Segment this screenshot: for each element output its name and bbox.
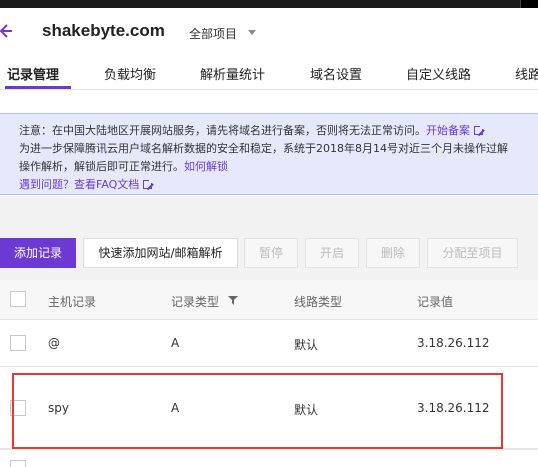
how-to-unlock-link[interactable]: 如何解锁	[184, 160, 228, 173]
row-line: 默认	[294, 338, 319, 352]
tab-bar: 记录管理 负载均衡 解析量统计 域名设置 自定义线路 线路	[0, 54, 538, 90]
window-corner	[520, 0, 538, 8]
tab-load-balancing[interactable]: 负载均衡	[104, 64, 156, 83]
row-host: spy	[48, 401, 69, 415]
faq-link[interactable]: 遇到问题？查看FAQ文档	[19, 178, 139, 191]
notice-line-4: 遇到问题？查看FAQ文档	[19, 176, 538, 194]
start-filing-link[interactable]: 开始备案	[426, 124, 470, 137]
select-all-checkbox[interactable]	[10, 291, 26, 307]
filter-icon[interactable]	[228, 295, 238, 305]
tab-domain-settings[interactable]: 域名设置	[310, 64, 362, 83]
enable-button[interactable]: 开启	[305, 238, 359, 268]
row-type: A	[171, 336, 180, 350]
assign-project-button[interactable]: 分配至项目	[427, 238, 518, 268]
row-value: 3.18.26.112	[417, 336, 490, 350]
column-host: 主机记录	[48, 295, 97, 309]
tab-record-management[interactable]: 记录管理	[7, 64, 59, 83]
notice-banner: 注意：在中国大陆地区开展网站服务，请先将域名进行备案，否则将无法正常访问。开始备…	[0, 113, 538, 195]
page-header: shakebyte.com 全部项目	[0, 8, 538, 54]
delete-button[interactable]: 删除	[366, 238, 420, 268]
table-row[interactable]: @ A 默认 3.18.26.112	[0, 320, 538, 367]
row-line: 默认	[294, 403, 319, 417]
domain-title: shakebyte.com	[42, 21, 165, 40]
notice-line-3: 操作解析，解锁后即可正常进行。如何解锁	[19, 160, 228, 173]
window-top-strip	[0, 0, 538, 8]
active-tab-indicator	[5, 86, 71, 89]
column-value: 记录值	[417, 295, 454, 309]
pause-button[interactable]: 暂停	[244, 238, 298, 268]
row-checkbox[interactable]	[10, 400, 26, 416]
toolbar: 添加记录 快速添加网站/邮箱解析 暂停 开启 删除 分配至项目	[0, 226, 538, 280]
external-link-icon[interactable]	[474, 124, 485, 135]
notice-line-2: 为进一步保障腾讯云用户域名解析数据的安全和稳定，系统于2018年8月14号对近三…	[19, 142, 508, 155]
chevron-down-icon[interactable]	[248, 30, 256, 35]
row-checkbox[interactable]	[10, 460, 26, 467]
spacer-band	[0, 196, 538, 226]
table-header: 主机记录 记录类型 线路类型 记录值	[0, 280, 538, 320]
table-row[interactable]: spy A 默认 3.18.26.112	[0, 367, 538, 449]
tab-resolution-stats[interactable]: 解析量统计	[200, 64, 265, 83]
row-checkbox[interactable]	[10, 335, 26, 351]
back-arrow-icon[interactable]	[0, 22, 14, 40]
column-line: 线路类型	[294, 295, 343, 309]
next-row-edge	[0, 449, 538, 467]
add-record-button[interactable]: 添加记录	[0, 238, 76, 268]
quick-add-button[interactable]: 快速添加网站/邮箱解析	[83, 238, 238, 268]
row-value: 3.18.26.112	[417, 401, 490, 415]
tab-lines[interactable]: 线路	[515, 64, 538, 83]
column-type: 记录类型	[171, 295, 220, 309]
row-host: @	[48, 336, 60, 350]
tab-custom-lines[interactable]: 自定义线路	[406, 64, 471, 83]
external-link-icon[interactable]	[143, 178, 155, 189]
notice-line-1: 注意：在中国大陆地区开展网站服务，请先将域名进行备案，否则将无法正常访问。开始备…	[19, 122, 538, 140]
row-type: A	[171, 401, 180, 415]
project-selector[interactable]: 全部项目	[189, 25, 237, 42]
